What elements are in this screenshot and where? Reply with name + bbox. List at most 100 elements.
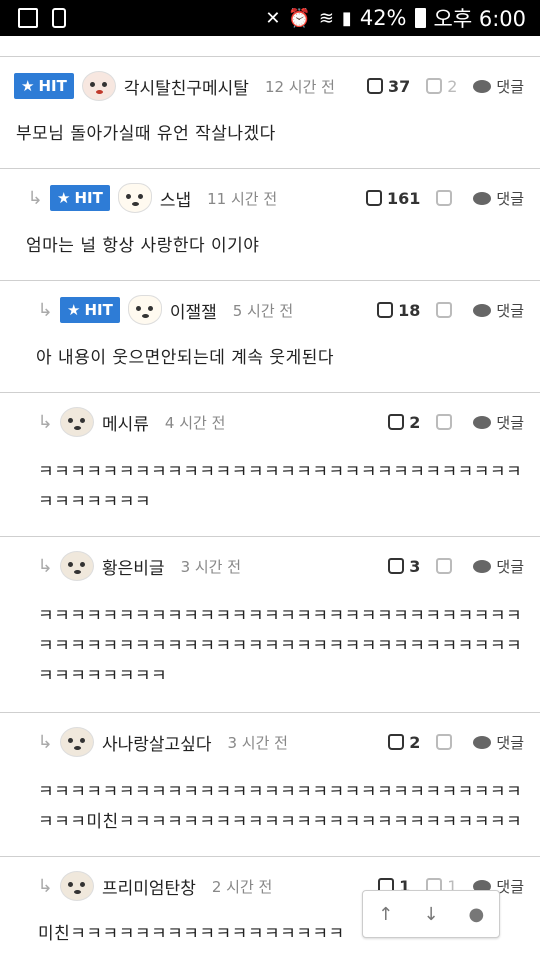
comment-time: 12 시간 전 — [264, 77, 335, 96]
speech-bubble-icon — [473, 303, 492, 317]
dislike-button[interactable] — [436, 734, 457, 750]
comment-author[interactable]: 사나랑살고싶다 — [102, 730, 211, 755]
thumbs-down-icon — [436, 302, 453, 318]
comment-item: ↳ 메시류 4 시간 전 2 댓글 ㅋㅋㅋㅋㅋㅋㅋㅋㅋㅋㅋㅋㅋㅋㅋㅋㅋㅋㅋㅋㅋㅋ… — [0, 392, 540, 537]
avatar[interactable] — [60, 407, 94, 437]
comment-time: 5 시간 전 — [232, 301, 294, 320]
status-bar: ✕ ⏰ ≋ ▮ 42% 오후 6:00 — [0, 0, 540, 36]
top-spacer — [0, 36, 540, 57]
thumbs-down-icon — [436, 190, 453, 206]
reply-button[interactable]: 댓글 — [473, 732, 524, 753]
comment-time: 3 시간 전 — [180, 557, 242, 576]
comment-header: ★ HIT 각시탈친구메시탈 12 시간 전 37 2 댓글 — [0, 57, 540, 115]
reply-button[interactable]: 댓글 — [473, 556, 524, 577]
dislike-button[interactable] — [436, 558, 457, 574]
comment-text: 아 내용이 웃으면안되는데 계속 웃게된다 — [36, 348, 334, 368]
like-button[interactable]: 2 — [388, 413, 420, 432]
comment-time: 4 시간 전 — [164, 413, 226, 432]
speech-bubble-icon — [473, 415, 492, 429]
scroll-navigation: ↑ ↓ ● — [362, 890, 500, 938]
comment-item: ↳ 황은비글 3 시간 전 3 댓글 ㅋㅋㅋㅋㅋㅋㅋㅋㅋㅋㅋㅋㅋㅋㅋㅋㅋㅋㅋㅋㅋ… — [0, 536, 540, 713]
reply-arrow-icon: ↳ — [37, 875, 53, 897]
like-button[interactable]: 3 — [388, 557, 420, 576]
comment-text: ㅋㅋㅋㅋㅋㅋㅋㅋㅋㅋㅋㅋㅋㅋㅋㅋㅋㅋㅋㅋㅋㅋㅋㅋㅋㅋㅋㅋㅋㅋㅋㅋㅋ미친ㅋㅋㅋㅋㅋ… — [38, 782, 523, 832]
dislike-button[interactable]: 2 — [426, 77, 457, 96]
comment-text: 엄마는 널 항상 사랑한다 이기야 — [26, 236, 260, 256]
comment-header: ↳ ★ HIT 이잴잴 5 시간 전 18 댓글 — [0, 281, 540, 339]
reply-button[interactable]: 댓글 — [473, 300, 524, 321]
comment-time: 2 시간 전 — [211, 877, 273, 896]
comment-author[interactable]: 스냅 — [160, 186, 191, 211]
reply-arrow-icon: ↳ — [37, 731, 53, 753]
comment-author[interactable]: 메시류 — [102, 410, 149, 435]
comment-item: ↳ ★ HIT 스냅 11 시간 전 161 댓글 엄마는 널 항상 사랑한다 이… — [0, 168, 540, 281]
avatar[interactable] — [81, 71, 116, 101]
hit-badge: ★ HIT — [14, 73, 74, 99]
dislike-button[interactable] — [436, 302, 457, 318]
hit-badge: ★ HIT — [50, 185, 110, 211]
thumbs-up-icon — [388, 414, 405, 430]
avatar[interactable] — [60, 871, 94, 901]
alarm-icon: ⏰ — [288, 7, 311, 29]
thumbs-up-icon — [388, 734, 405, 750]
speech-bubble-icon[interactable]: ● — [461, 904, 491, 925]
speech-bubble-icon — [473, 735, 492, 749]
gallery-icon — [18, 8, 38, 28]
comment-author[interactable]: 황은비글 — [102, 554, 165, 579]
phone-icon — [52, 8, 66, 28]
like-button[interactable]: 2 — [388, 733, 420, 752]
comment-text: ㅋㅋㅋㅋㅋㅋㅋㅋㅋㅋㅋㅋㅋㅋㅋㅋㅋㅋㅋㅋㅋㅋㅋㅋㅋㅋㅋㅋㅋㅋㅋㅋㅋㅋㅋㅋㅋㅋㅋㅋ… — [38, 606, 523, 686]
speech-bubble-icon — [473, 79, 492, 93]
arrow-up-icon[interactable]: ↑ — [371, 904, 401, 925]
comment-time: 11 시간 전 — [207, 189, 278, 208]
avatar[interactable] — [60, 727, 94, 757]
battery-icon — [414, 8, 426, 28]
comment-header: ↳ 황은비글 3 시간 전 3 댓글 — [0, 537, 540, 595]
like-button[interactable]: 18 — [377, 301, 420, 320]
like-button[interactable]: 37 — [366, 77, 410, 96]
thumbs-down-icon — [426, 78, 443, 94]
like-button[interactable]: 161 — [365, 189, 420, 208]
comment-text: 부모님 돌아가실때 유언 작살나겠다 — [16, 124, 276, 144]
comment-author[interactable]: 프리미엄탄창 — [102, 874, 196, 899]
reply-arrow-icon: ↳ — [37, 555, 53, 577]
thumbs-up-icon — [377, 302, 394, 318]
signal-icon: ▮ — [341, 7, 352, 29]
reply-button[interactable]: 댓글 — [473, 412, 524, 433]
speech-bubble-icon — [473, 559, 492, 573]
comment-item: ↳ ★ HIT 이잴잴 5 시간 전 18 댓글 아 내용이 웃으면안되는데 계속… — [0, 280, 540, 393]
reply-arrow-icon: ↳ — [27, 187, 43, 209]
speech-bubble-icon — [473, 191, 492, 205]
reply-button[interactable]: 댓글 — [473, 188, 524, 209]
reply-arrow-icon: ↳ — [37, 411, 53, 433]
clock: 오후 6:00 — [433, 7, 526, 31]
dislike-button[interactable] — [436, 414, 457, 430]
thumbs-up-icon — [365, 190, 382, 206]
thumbs-up-icon — [366, 78, 383, 94]
comment-header: ↳ 사나랑살고싶다 3 시간 전 2 댓글 — [0, 713, 540, 771]
avatar[interactable] — [117, 183, 152, 213]
avatar[interactable] — [127, 295, 162, 325]
comment-header: ↳ ★ HIT 스냅 11 시간 전 161 댓글 — [0, 169, 540, 227]
hit-badge: ★ HIT — [60, 297, 120, 323]
comment-author[interactable]: 각시탈친구메시탈 — [124, 74, 249, 99]
star-icon: ★ — [21, 77, 35, 95]
comment-item: ★ HIT 각시탈친구메시탈 12 시간 전 37 2 댓글 부모님 돌아가실때 … — [0, 56, 540, 169]
reply-button[interactable]: 댓글 — [473, 76, 524, 97]
dislike-button[interactable] — [436, 190, 457, 206]
star-icon: ★ — [67, 301, 81, 319]
thumbs-down-icon — [436, 558, 453, 574]
thumbs-down-icon — [436, 734, 453, 750]
arrow-down-icon[interactable]: ↓ — [416, 904, 446, 925]
comment-author[interactable]: 이잴잴 — [170, 298, 217, 323]
thumbs-down-icon — [436, 414, 453, 430]
star-icon: ★ — [57, 189, 71, 207]
comment-item: ↳ 사나랑살고싶다 3 시간 전 2 댓글 ㅋㅋㅋㅋㅋㅋㅋㅋㅋㅋㅋㅋㅋㅋㅋㅋㅋㅋ… — [0, 712, 540, 857]
reply-arrow-icon: ↳ — [37, 299, 53, 321]
battery-percent: 42% — [359, 6, 407, 30]
avatar[interactable] — [60, 551, 94, 581]
mute-icon: ✕ — [265, 7, 281, 29]
wifi-icon: ≋ — [318, 7, 334, 29]
thumbs-up-icon — [388, 558, 405, 574]
comment-header: ↳ 메시류 4 시간 전 2 댓글 — [0, 393, 540, 451]
